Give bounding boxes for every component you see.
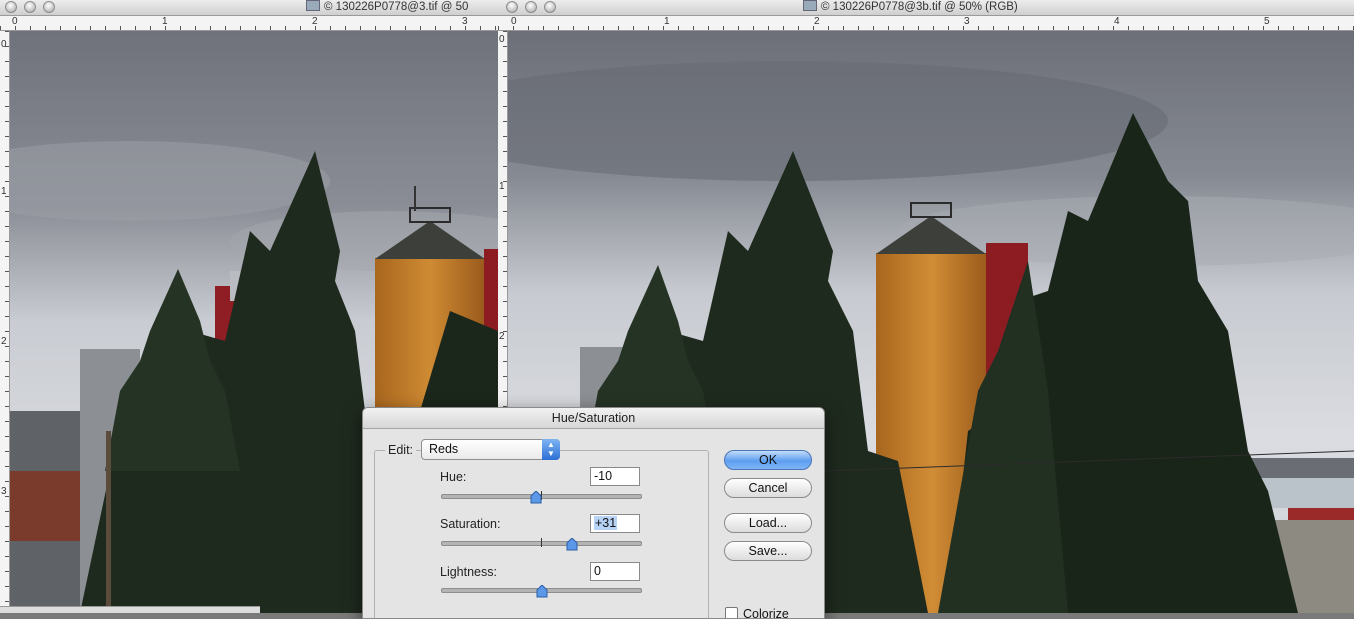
horizontal-ruler-right[interactable]: 0 1 2 3 4 5 [498,16,1354,31]
load-button[interactable]: Load... [724,513,812,533]
lightness-label: Lightness: [440,565,497,579]
colorize-option[interactable]: Colorize [725,607,789,618]
saturation-center-tick [541,538,542,547]
title-bar-left[interactable]: © 130226P0778@3.tif @ 50 [0,0,498,16]
saturation-label: Saturation: [440,517,501,531]
edit-channel-value: Reds [429,442,459,456]
zoom-button-icon[interactable] [544,1,556,13]
document-proxy-icon [803,0,817,11]
title-bar-right[interactable]: © 130226P0778@3b.tif @ 50% (RGB) [498,0,1354,16]
hue-input[interactable]: -10 [590,467,640,486]
window-title-left: © 130226P0778@3.tif @ 50 [306,0,468,15]
saturation-slider-track[interactable] [441,538,642,551]
minimize-button-icon[interactable] [525,1,537,13]
horizontal-ruler-left[interactable]: 0 1 2 3 [0,16,498,31]
saturation-input[interactable]: +31 [590,514,640,533]
window-title-right: © 130226P0778@3b.tif @ 50% (RGB) [803,0,1018,15]
close-button-icon[interactable] [506,1,518,13]
hue-label: Hue: [440,470,467,484]
vertical-ruler-left[interactable]: 0 1 2 3 [0,31,10,613]
save-button[interactable]: Save... [724,541,812,561]
edit-label: Edit: [385,443,417,457]
cancel-button[interactable]: Cancel [724,478,812,498]
dialog-title[interactable]: Hue/Saturation [363,408,824,429]
slider-thumb-icon[interactable] [566,538,578,551]
colorize-checkbox[interactable] [725,607,738,618]
ok-button[interactable]: OK [724,450,812,470]
edit-channel-select[interactable]: Reds ▲ ▼ [421,439,560,460]
slider-thumb-icon[interactable] [536,585,548,598]
lightness-input[interactable]: 0 [590,562,640,581]
close-button-icon[interactable] [5,1,17,13]
popup-stepper-icon[interactable]: ▲ ▼ [542,439,560,460]
slider-thumb-icon[interactable] [530,491,542,504]
document-proxy-icon [306,0,320,11]
zoom-button-icon[interactable] [43,1,55,13]
lightness-slider-track[interactable] [441,585,642,598]
hue-saturation-dialog[interactable]: Hue/Saturation Edit: Reds ▲ ▼ Hue: -10 Sa… [362,407,825,619]
hue-slider-track[interactable] [441,491,642,504]
minimize-button-icon[interactable] [24,1,36,13]
status-bar-left [0,606,260,613]
